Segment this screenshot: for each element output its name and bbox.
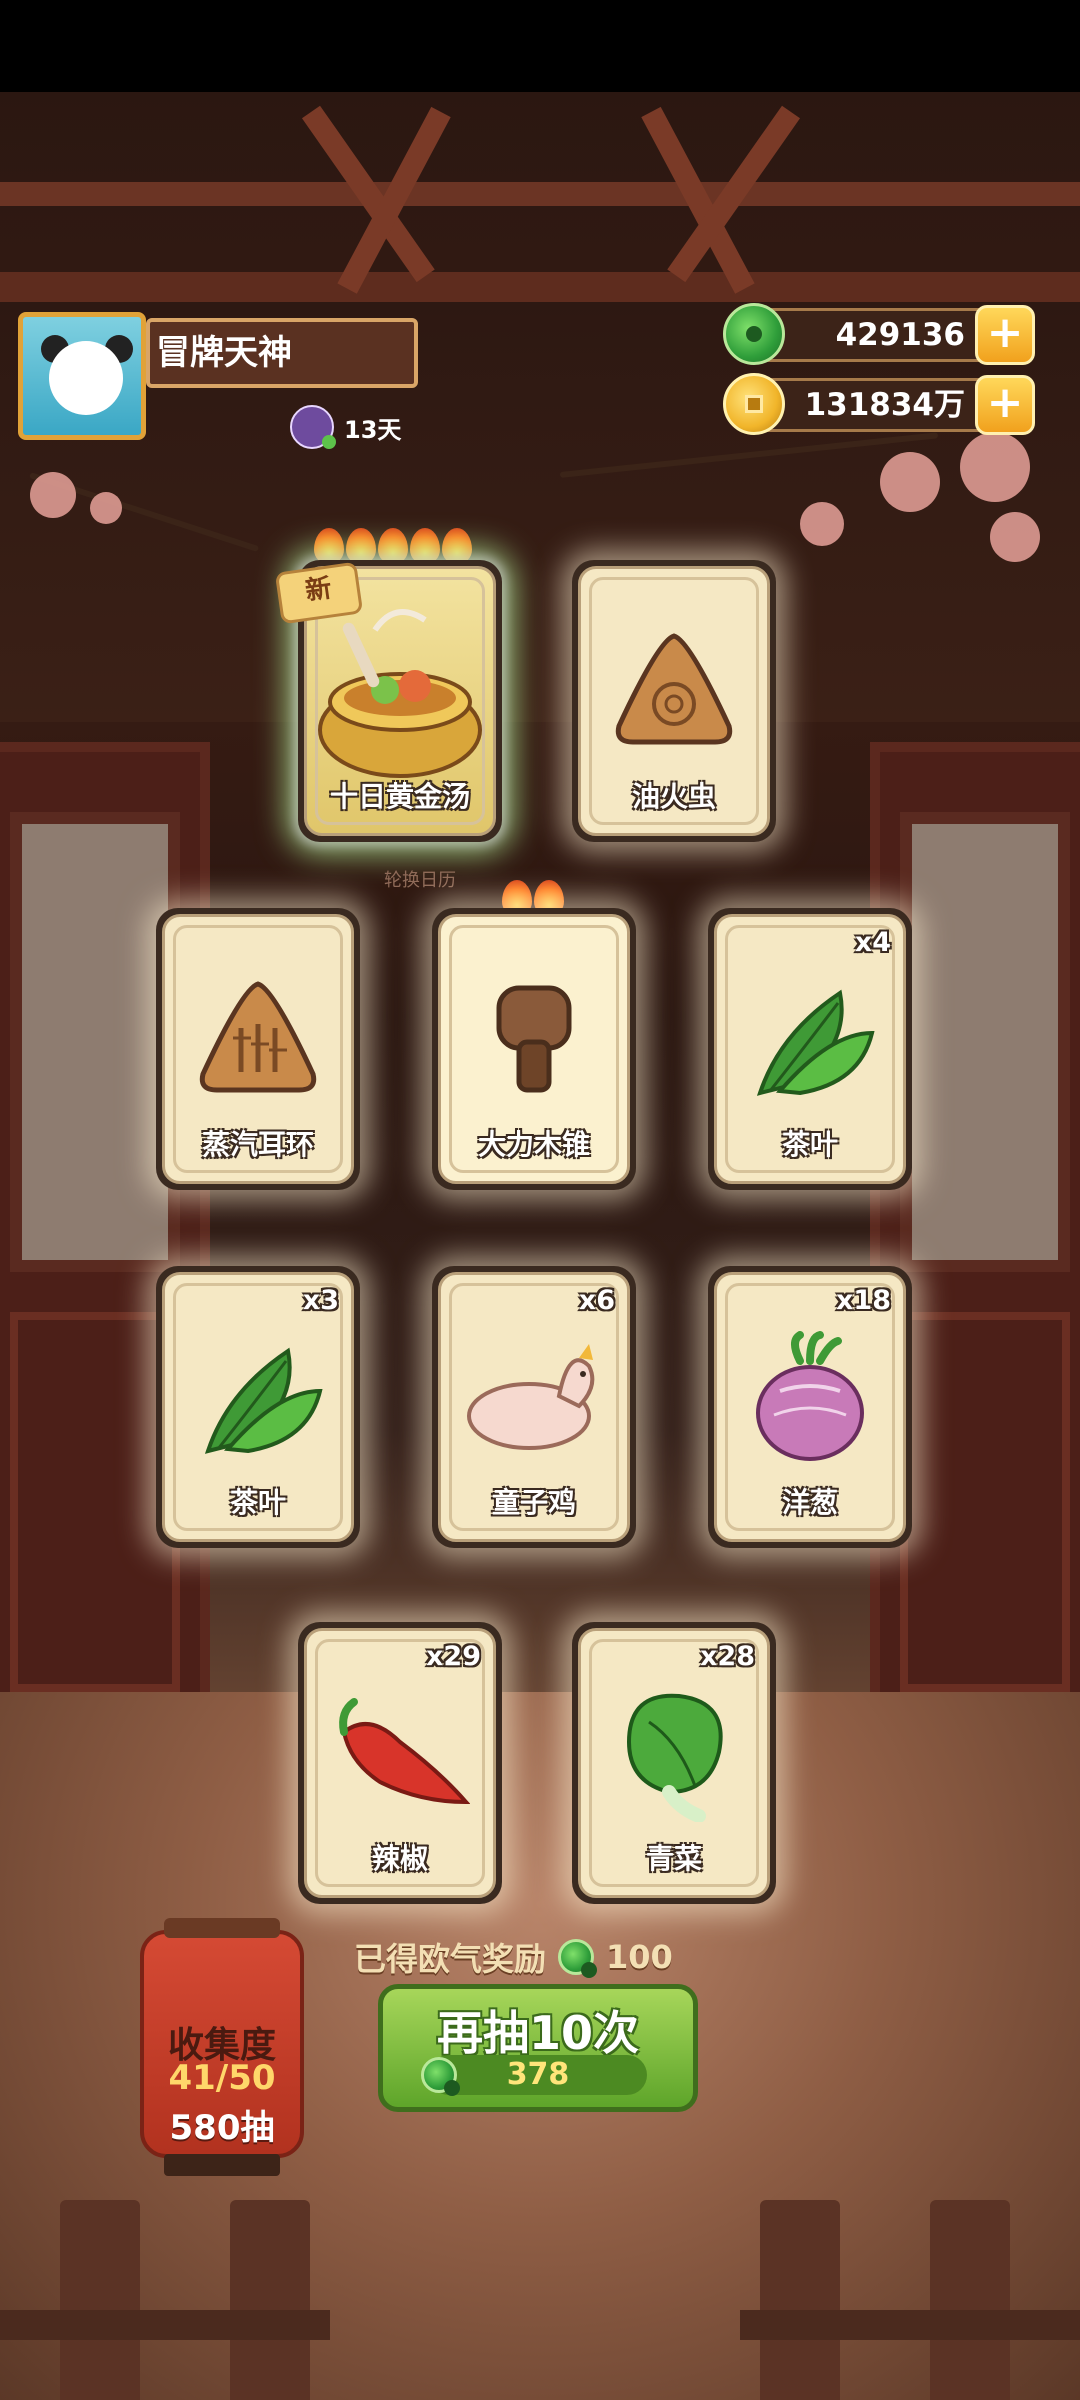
card-label: 童子鸡 [491,1486,576,1519]
draw-again-button[interactable]: 再抽10次 378 [378,1984,698,2112]
card-label: 辣椒 [371,1842,428,1875]
card-count: x3 [302,1285,339,1316]
blossom [90,492,122,524]
card-label: 茶叶 [229,1486,286,1519]
chili-icon [339,1698,470,1805]
collection-draws: 580抽 [169,2108,275,2148]
card-count: x4 [854,927,891,958]
roof-beam [0,182,1080,206]
card-count: x18 [836,1285,891,1316]
card-label: 青菜 [645,1842,702,1875]
coin-value: 131834万 [804,387,965,423]
fence-rail [740,2310,1080,2340]
card-rice-cake[interactable]: 油火虫 [572,560,776,842]
golden-soup-icon [318,609,482,779]
fence-rail [0,2310,330,2340]
add-jade-button[interactable]: + [975,305,1035,365]
card-onion[interactable]: x18 洋葱 [708,1266,912,1548]
luck-reward: 已得欧气奖励 100 [354,1934,673,1980]
tea-leaf-icon [756,990,875,1097]
chicken-icon [467,1344,595,1451]
draw-cost-value: 378 [506,2057,570,2092]
blossom [880,452,940,512]
jade-value: 429136 [835,317,965,353]
reward-value: 100 [606,1938,673,1976]
reward-label: 已得欧气奖励 [354,1940,547,1978]
card-label: 茶叶 [781,1128,838,1161]
rice-cake-icon [615,633,733,745]
player-avatar[interactable] [18,312,146,440]
card-chicken[interactable]: x6 童子鸡 [432,1266,636,1548]
card-count: x29 [426,1641,481,1672]
tea-leaf-icon [204,1348,323,1455]
card-tea-leaf[interactable]: x3 茶叶 [156,1266,360,1548]
card-label: 蒸汽耳环 [201,1128,314,1161]
card-chili[interactable]: x29 辣椒 [298,1622,502,1904]
fence-post [60,2200,140,2400]
roof-beam [0,272,1080,302]
rarity-flames [314,528,472,564]
blossom [990,512,1040,562]
card-label: 油火虫 [631,780,716,813]
days-label: 13天 [344,415,402,444]
login-days: 13天 [290,405,401,449]
card-label: 十日黄金汤 [329,780,470,813]
wooden-mallet-icon [496,985,572,1093]
collection-progress: 41/50 [168,2058,276,2098]
bok-choy-icon [626,1694,723,1823]
blossom [30,472,76,518]
fence-post [230,2200,310,2400]
card-count: x28 [700,1641,755,1672]
card-tea-leaf[interactable]: x4 茶叶 [708,908,912,1190]
jade-icon [558,1939,598,1978]
card-steam-earring[interactable]: 蒸汽耳环 [156,908,360,1190]
blossom [800,502,844,546]
draw-again-label: 再抽10次 [436,2006,639,2060]
partner-avatar-icon[interactable] [290,405,336,449]
coin-currency: 131834万 + [723,373,1035,435]
draw-cost: 378 [421,2055,647,2096]
card-count: x6 [578,1285,615,1316]
card-wooden-mallet[interactable]: 大力木锥 [432,908,636,1190]
jade-icon [723,303,785,365]
onion-icon [756,1331,864,1462]
collection-lantern[interactable]: 收集度 41/50 580抽 [140,1918,304,2176]
jade-currency: 429136 + [723,303,1035,365]
player-name: 冒牌天神 [146,318,418,388]
coin-icon [723,373,785,435]
fence-post [760,2200,840,2400]
rotate-hint: 轮换日历 [384,870,456,891]
card-label: 大力木锥 [477,1128,590,1161]
card-label: 洋葱 [781,1486,838,1519]
card-bok-choy[interactable]: x28 青菜 [572,1622,776,1904]
fence-post [930,2200,1010,2400]
add-coin-button[interactable]: + [975,375,1035,435]
blossom [960,432,1030,502]
steam-earring-icon [199,981,317,1093]
